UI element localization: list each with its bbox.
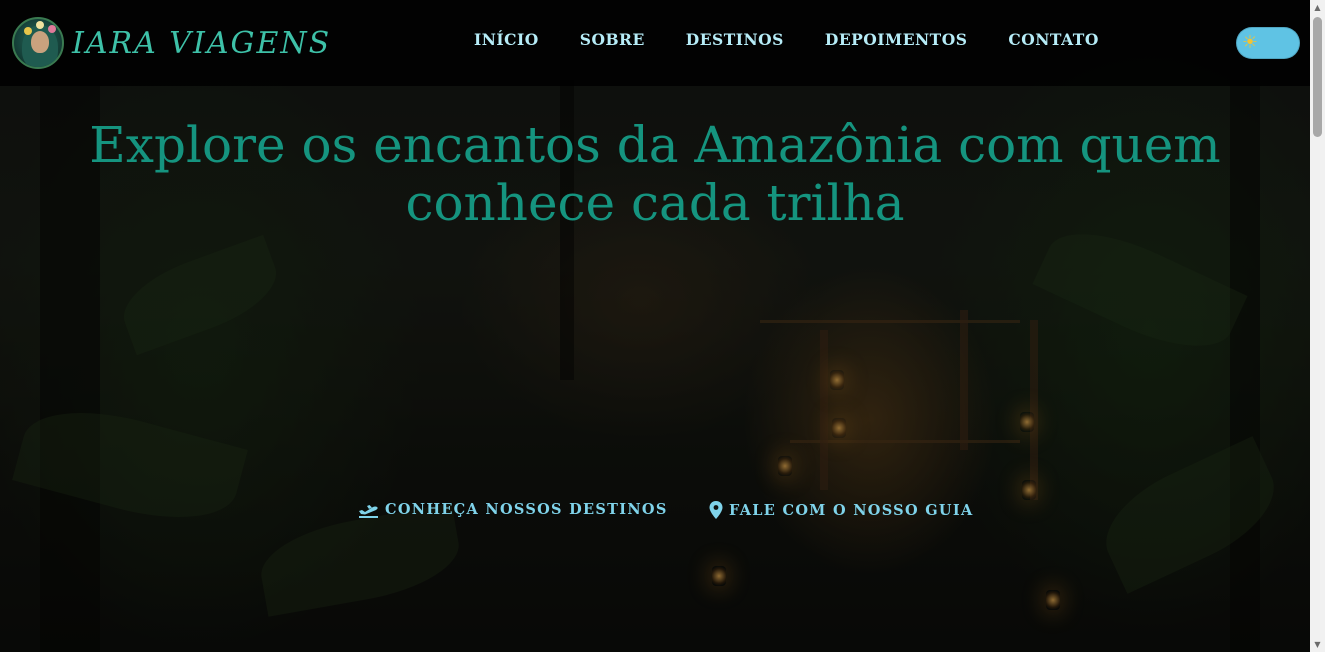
page-scrollbar[interactable]: ▲ ▼: [1310, 0, 1325, 652]
plane-departure-icon: [359, 504, 378, 518]
brand-logo[interactable]: IARA VIAGENS: [12, 17, 331, 69]
theme-toggle[interactable]: ☀: [1236, 27, 1300, 59]
main-nav: INÍCIO SOBRE DESTINOS DEPOIMENTOS CONTAT…: [474, 30, 1140, 49]
brand-name: IARA VIAGENS: [72, 25, 332, 61]
map-pin-icon: [709, 501, 723, 519]
nav-item-sobre[interactable]: SOBRE: [580, 30, 645, 49]
nav-item-destinos[interactable]: DESTINOS: [686, 30, 784, 49]
nav-item-depoimentos[interactable]: DEPOIMENTOS: [825, 30, 968, 49]
iara-avatar-icon: [12, 17, 64, 69]
hero-headline-line-2: conhece cada trilha: [405, 174, 905, 232]
cta-destinations-link[interactable]: CONHEÇA NOSSOS DESTINOS: [358, 501, 668, 518]
cta-guide-label: FALE COM O NOSSO GUIA: [729, 501, 974, 519]
scroll-up-arrow-icon[interactable]: ▲: [1310, 0, 1325, 15]
scrollbar-thumb[interactable]: [1313, 17, 1322, 137]
site-header: IARA VIAGENS INÍCIO SOBRE DESTINOS DEPOI…: [0, 0, 1310, 86]
sun-icon: ☀: [1241, 32, 1259, 53]
nav-item-contato[interactable]: CONTATO: [1008, 30, 1098, 49]
cta-guide-link[interactable]: FALE COM O NOSSO GUIA: [709, 501, 974, 519]
hero-headline-line-1: Explore os encantos da Amazônia com quem: [89, 116, 1221, 174]
hero-background: [0, 0, 1310, 652]
hero-headline: Explore os encantos da Amazônia com quem…: [60, 116, 1250, 232]
scroll-down-arrow-icon[interactable]: ▼: [1310, 637, 1325, 652]
nav-item-inicio[interactable]: INÍCIO: [474, 30, 539, 49]
dark-overlay: [0, 0, 1310, 652]
cta-destinations-label: CONHEÇA NOSSOS DESTINOS: [385, 501, 668, 518]
